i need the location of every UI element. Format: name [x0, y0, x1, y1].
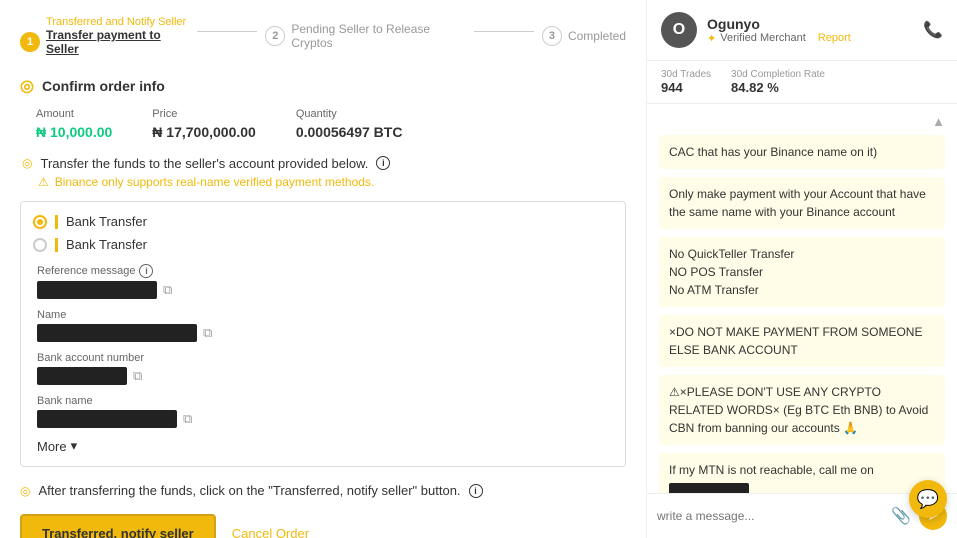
chat-stats: 30d Trades 944 30d Completion Rate 84.82…: [647, 61, 957, 104]
amount-value: ₦ 10,000.00: [36, 124, 112, 140]
right-panel: O Ogunyo ✦ Verified Merchant Report 📞: [647, 0, 957, 538]
action-buttons: Transferred, notify seller Cancel Order: [20, 514, 626, 538]
amount-field: Amount ₦ 10,000.00: [36, 108, 112, 140]
completion-stat: 30d Completion Rate 84.82 %: [731, 69, 825, 95]
user-name: Ogunyo: [707, 16, 760, 32]
reference-field: Reference message i ⧉: [37, 264, 613, 299]
attach-icon[interactable]: 📎: [891, 506, 911, 526]
message-2: Only make payment with your Account that…: [659, 177, 945, 229]
cancel-order-button[interactable]: Cancel Order: [232, 526, 309, 538]
step3-circle: 3: [542, 26, 562, 46]
step1-subtitle: Transferred and Notify Seller: [46, 16, 186, 28]
payment-option-2[interactable]: Bank Transfer: [33, 237, 613, 252]
message-4: ×DO NOT MAKE PAYMENT FROM SOMEONE ELSE B…: [659, 315, 945, 367]
completion-value: 84.82 %: [731, 80, 825, 95]
transfer-section: ◎ Transfer the funds to the seller's acc…: [20, 156, 626, 189]
payment-options: Bank Transfer Bank Transfer: [33, 214, 613, 252]
radio-empty[interactable]: [33, 238, 47, 252]
step-2: 2 Pending Seller to Release Cryptos: [265, 22, 466, 50]
message-5: ⚠×PLEASE DON'T USE ANY CRYPTO RELATED WO…: [659, 375, 945, 445]
order-info: Amount ₦ 10,000.00 Price ₦ 17,700,000.00…: [20, 108, 626, 140]
chevron-down-icon: ▾: [71, 438, 78, 454]
payment-fields: Reference message i ⧉ Name ⧉: [33, 264, 613, 454]
stepper: Transferred and Notify Seller 1 Transfer…: [20, 16, 626, 56]
step3-info-icon: i: [469, 484, 483, 498]
warning-icon: ⚠: [38, 175, 49, 189]
price-value: ₦ 17,700,000.00: [152, 124, 256, 140]
name-label: Name: [37, 309, 613, 321]
bank-bar-2: [55, 238, 58, 252]
more-label: More: [37, 439, 67, 454]
step2-circle: 2: [265, 26, 285, 46]
step1-circle: 1: [20, 32, 40, 52]
reference-value: [37, 281, 157, 299]
more-link[interactable]: More ▾: [37, 438, 613, 454]
binance-warning: ⚠ Binance only supports real-name verifi…: [20, 175, 626, 189]
chat-user-info: O Ogunyo ✦ Verified Merchant Report: [661, 12, 851, 48]
user-details: Ogunyo ✦ Verified Merchant Report: [707, 16, 851, 45]
name-value: [37, 324, 197, 342]
account-number-value-row: ⧉: [37, 367, 613, 385]
report-link[interactable]: Report: [818, 32, 851, 44]
trades-stat: 30d Trades 944: [661, 69, 711, 95]
name-field: Name ⧉: [37, 309, 613, 342]
reference-label: Reference message i: [37, 264, 613, 278]
collapse-icon[interactable]: ▲: [932, 114, 945, 129]
verified-badge: ✦ Verified Merchant Report: [707, 32, 851, 45]
chat-header: O Ogunyo ✦ Verified Merchant Report 📞: [647, 0, 957, 61]
chat-input[interactable]: [657, 509, 883, 523]
bank-name-field: Bank name ⧉: [37, 395, 613, 428]
section-title: ◎ Confirm order info: [20, 76, 626, 96]
account-number-value: [37, 367, 127, 385]
step3-dot: ◎: [20, 484, 30, 498]
step2-label: Pending Seller to Release Cryptos: [291, 22, 466, 50]
message-1: CAC that has your Binance name on it): [659, 135, 945, 169]
avatar: O: [661, 12, 697, 48]
float-chat-button[interactable]: 💬: [909, 480, 947, 518]
payment-box: Bank Transfer Bank Transfer Reference me…: [20, 201, 626, 467]
copy-reference-icon[interactable]: ⧉: [163, 282, 172, 298]
step1-label: Transfer payment to Seller: [46, 28, 189, 56]
dot-icon: ◎: [20, 76, 34, 96]
step3-note: ◎ After transferring the funds, click on…: [20, 483, 626, 498]
message-3: No QuickTeller Transfer NO POS Transfer …: [659, 237, 945, 307]
transfer-note: ◎ Transfer the funds to the seller's acc…: [20, 156, 626, 171]
radio-selected[interactable]: [33, 215, 47, 229]
left-panel: Transferred and Notify Seller 1 Transfer…: [0, 0, 647, 538]
chat-messages[interactable]: ▲ CAC that has your Binance name on it) …: [647, 104, 957, 493]
copy-bank-icon[interactable]: ⧉: [183, 411, 192, 427]
quantity-field: Quantity 0.00056497 BTC: [296, 108, 403, 140]
quantity-label: Quantity: [296, 108, 403, 120]
step-connector-2: [474, 31, 534, 32]
phone-icon[interactable]: 📞: [923, 20, 943, 40]
transferred-notify-button[interactable]: Transferred, notify seller: [20, 514, 216, 538]
name-value-row: ⧉: [37, 324, 613, 342]
copy-name-icon[interactable]: ⧉: [203, 325, 212, 341]
step-connector-1: [197, 31, 257, 32]
payment-option-1[interactable]: Bank Transfer: [33, 214, 613, 229]
trades-value: 944: [661, 80, 711, 95]
transfer-dot: ◎: [22, 156, 32, 170]
message-6: If my MTN is not reachable, call me on: [659, 453, 945, 493]
verified-dot: ✦: [707, 32, 716, 45]
account-number-label: Bank account number: [37, 352, 613, 364]
reference-info-icon: i: [139, 264, 153, 278]
reference-value-row: ⧉: [37, 281, 613, 299]
step3-label: Completed: [568, 29, 626, 43]
amount-label: Amount: [36, 108, 112, 120]
account-number-field: Bank account number ⧉: [37, 352, 613, 385]
redacted-phone: [669, 483, 749, 493]
price-label: Price: [152, 108, 256, 120]
step-3: 3 Completed: [542, 26, 626, 46]
bank-bar-1: [55, 215, 58, 229]
bank-name-value-row: ⧉: [37, 410, 613, 428]
bank-name-value: [37, 410, 177, 428]
copy-account-icon[interactable]: ⧉: [133, 368, 142, 384]
info-icon: i: [376, 156, 390, 170]
bank-name-label: Bank name: [37, 395, 613, 407]
order-info-title: Confirm order info: [42, 78, 165, 94]
quantity-value: 0.00056497 BTC: [296, 124, 403, 140]
price-field: Price ₦ 17,700,000.00: [152, 108, 256, 140]
step-1: Transferred and Notify Seller 1 Transfer…: [20, 16, 189, 56]
